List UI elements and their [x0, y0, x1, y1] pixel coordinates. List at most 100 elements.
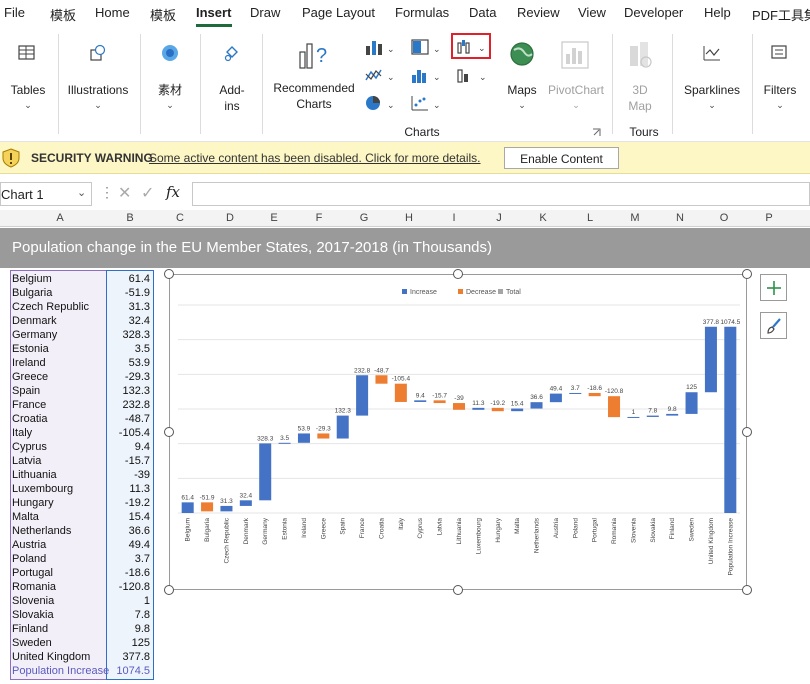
- enter-icon[interactable]: ✓: [141, 183, 154, 203]
- cell-value[interactable]: -105.4: [108, 427, 150, 439]
- tables-button[interactable]: Tables ⌄: [6, 34, 50, 134]
- cell-value[interactable]: 53.9: [108, 357, 150, 369]
- cell-country[interactable]: Hungary: [12, 497, 54, 509]
- resize-handle[interactable]: [742, 269, 752, 279]
- pivotchart-button[interactable]: PivotChart ⌄: [546, 34, 606, 134]
- cell-value[interactable]: -120.8: [108, 581, 150, 593]
- menu-insert[interactable]: Insert: [196, 5, 231, 20]
- cell-country[interactable]: Bulgaria: [12, 287, 52, 299]
- menu-formulas[interactable]: Formulas: [395, 5, 449, 20]
- cell-value[interactable]: 328.3: [108, 329, 150, 341]
- resize-handle[interactable]: [164, 585, 174, 595]
- cell-country[interactable]: Sweden: [12, 637, 52, 649]
- cell-country[interactable]: Cyprus: [12, 441, 47, 453]
- security-warning-link[interactable]: Some active content has been disabled. C…: [149, 151, 481, 165]
- insert-function-button[interactable]: fx: [166, 183, 180, 201]
- column-header[interactable]: A: [50, 212, 70, 224]
- illustrations-button[interactable]: Illustrations ⌄: [62, 34, 134, 134]
- cell-value[interactable]: 9.4: [108, 441, 150, 453]
- cell-country[interactable]: Luxembourg: [12, 483, 73, 495]
- resize-handle[interactable]: [742, 427, 752, 437]
- column-header[interactable]: J: [489, 212, 509, 224]
- sucai-button[interactable]: 素材 ⌄: [150, 34, 190, 134]
- cell-value[interactable]: -39: [108, 469, 150, 481]
- menu-developer[interactable]: Developer: [624, 5, 683, 20]
- cell-country[interactable]: Portugal: [12, 567, 53, 579]
- cell-value[interactable]: 32.4: [108, 315, 150, 327]
- cell-value[interactable]: 3.5: [108, 343, 150, 355]
- cell-value[interactable]: -51.9: [108, 287, 150, 299]
- menu-template-2[interactable]: 模板: [150, 5, 176, 24]
- cell-country[interactable]: Slovakia: [12, 609, 54, 621]
- column-header[interactable]: C: [170, 212, 190, 224]
- cell-country[interactable]: Italy: [12, 427, 32, 439]
- cell-country[interactable]: Latvia: [12, 455, 41, 467]
- cell-country[interactable]: Austria: [12, 539, 46, 551]
- menu-review[interactable]: Review: [517, 5, 560, 20]
- column-header[interactable]: K: [533, 212, 553, 224]
- cell-value[interactable]: 15.4: [108, 511, 150, 523]
- column-header[interactable]: O: [714, 212, 734, 224]
- column-header[interactable]: P: [759, 212, 779, 224]
- cell-value[interactable]: 36.6: [108, 525, 150, 537]
- column-header[interactable]: G: [354, 212, 374, 224]
- cell-value[interactable]: 61.4: [108, 273, 150, 285]
- name-box[interactable]: Chart 1 ⌄: [0, 182, 92, 206]
- resize-handle[interactable]: [742, 585, 752, 595]
- cell-value[interactable]: 232.8: [108, 399, 150, 411]
- column-header[interactable]: H: [399, 212, 419, 224]
- menu-template-1[interactable]: 模板: [50, 5, 76, 24]
- cancel-icon[interactable]: ✕: [118, 183, 131, 203]
- enable-content-button[interactable]: Enable Content: [504, 147, 619, 169]
- cell-value[interactable]: 132.3: [108, 385, 150, 397]
- cell-country[interactable]: Ireland: [12, 357, 46, 369]
- filters-button[interactable]: Filters ⌄: [758, 34, 802, 134]
- cell-value[interactable]: 377.8: [108, 651, 150, 663]
- menu-file[interactable]: File: [4, 5, 25, 20]
- cell-country[interactable]: Greece: [12, 371, 48, 383]
- cell-value[interactable]: 49.4: [108, 539, 150, 551]
- cell-country[interactable]: Germany: [12, 329, 57, 341]
- chart-styles-button[interactable]: [760, 312, 787, 339]
- resize-handle[interactable]: [453, 585, 463, 595]
- column-header[interactable]: E: [264, 212, 284, 224]
- addins-button[interactable]: Add- ins: [210, 34, 254, 134]
- resize-handle[interactable]: [164, 269, 174, 279]
- menu-help[interactable]: Help: [704, 5, 731, 20]
- waterfall-chart-button[interactable]: ⌄: [451, 33, 491, 59]
- menu-home[interactable]: Home: [95, 5, 130, 20]
- cell-country[interactable]: Finland: [12, 623, 48, 635]
- column-header[interactable]: L: [580, 212, 600, 224]
- cell-value[interactable]: -48.7: [108, 413, 150, 425]
- column-header[interactable]: B: [120, 212, 140, 224]
- cell-value[interactable]: 1074.5: [108, 665, 150, 677]
- cell-country[interactable]: Poland: [12, 553, 46, 565]
- cell-country[interactable]: France: [12, 399, 46, 411]
- sparklines-button[interactable]: Sparklines ⌄: [680, 34, 744, 134]
- formula-input[interactable]: [192, 182, 810, 206]
- recommended-charts-button[interactable]: ? Recommended Charts: [268, 34, 360, 134]
- cell-country[interactable]: Spain: [12, 385, 40, 397]
- cell-country[interactable]: United Kingdom: [12, 651, 90, 663]
- menu-page-layout[interactable]: Page Layout: [302, 5, 375, 20]
- cell-country[interactable]: Lithuania: [12, 469, 57, 481]
- resize-handle[interactable]: [453, 269, 463, 279]
- cell-value[interactable]: 31.3: [108, 301, 150, 313]
- combo-chart-icon[interactable]: ⌄: [456, 66, 488, 84]
- cell-country[interactable]: Slovenia: [12, 595, 54, 607]
- column-header[interactable]: F: [309, 212, 329, 224]
- menu-draw[interactable]: Draw: [250, 5, 280, 20]
- column-chart-icon[interactable]: ⌄: [364, 38, 396, 56]
- dialog-launcher-icon[interactable]: [592, 128, 601, 137]
- cell-country[interactable]: Romania: [12, 581, 56, 593]
- cell-country[interactable]: Estonia: [12, 343, 49, 355]
- scatter-chart-icon[interactable]: ⌄: [410, 94, 442, 112]
- cell-value[interactable]: -19.2: [108, 497, 150, 509]
- cell-country[interactable]: Netherlands: [12, 525, 71, 537]
- cell-country[interactable]: Belgium: [12, 273, 52, 285]
- cell-country[interactable]: Czech Republic: [12, 301, 89, 313]
- statistic-chart-icon[interactable]: ⌄: [410, 66, 442, 84]
- cell-value[interactable]: 3.7: [108, 553, 150, 565]
- maps-button[interactable]: Maps ⌄: [500, 34, 544, 134]
- column-header[interactable]: N: [670, 212, 690, 224]
